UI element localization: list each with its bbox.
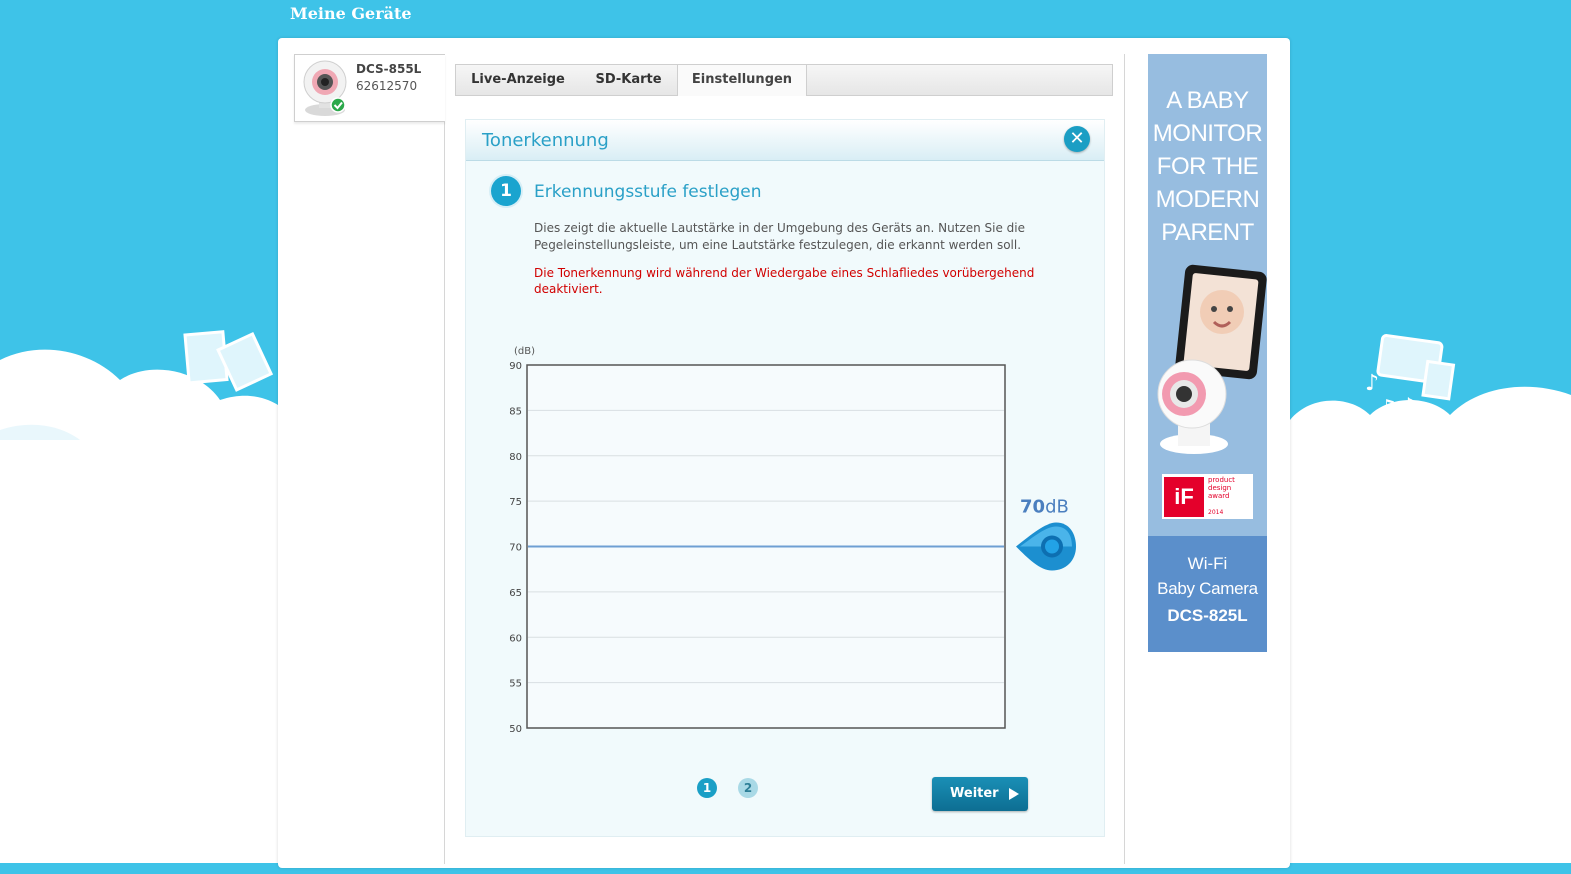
y-tick-label: 80	[509, 452, 522, 463]
tab-sd-card[interactable]: SD-Karte	[580, 65, 677, 95]
page-dot-2[interactable]: 2	[738, 778, 758, 798]
y-tick-label: 65	[509, 588, 522, 599]
column-divider	[1124, 54, 1125, 864]
tab-live-view[interactable]: Live-Anzeige	[456, 65, 580, 95]
y-tick-label: 70	[509, 543, 522, 554]
page-dot-1[interactable]: 1	[697, 778, 717, 798]
design-award-badge: iF product design award 2014	[1162, 474, 1253, 519]
ad-line-baby-camera: Baby Camera	[1157, 579, 1258, 598]
threshold-value-label: 70dB	[1020, 497, 1069, 518]
next-button-label: Weiter	[950, 786, 999, 801]
award-year: 2014	[1208, 509, 1224, 516]
ad-headline-line: PARENT	[1161, 219, 1254, 246]
y-tick-label: 90	[509, 361, 522, 372]
y-tick-label: 50	[509, 724, 522, 735]
ad-headline-line: MODERN	[1155, 186, 1260, 213]
step-title: Erkennungsstufe festlegen	[534, 182, 762, 202]
ad-headline: A BABY MONITOR FOR THE MODERN PARENT	[1148, 84, 1267, 249]
ad-line-wifi: Wi-Fi	[1187, 554, 1228, 573]
award-text: product design award	[1208, 476, 1253, 500]
play-arrow-icon	[1009, 788, 1019, 800]
svg-text:♫: ♫	[1378, 396, 1398, 421]
device-card[interactable]: DCS-855L 62612570	[294, 54, 445, 122]
sound-level-chart: (dB) 908580757065605550 70dB	[509, 346, 1076, 735]
step-number-badge: 1	[491, 176, 521, 206]
device-name: DCS-855L	[356, 62, 422, 76]
tab-bar: Live-Anzeige SD-Karte Einstellungen	[455, 64, 1113, 96]
content-column: Live-Anzeige SD-Karte Einstellungen Tone…	[455, 64, 1113, 874]
main-panel: DCS-855L 62612570 Live-Anzeige SD-Karte …	[278, 38, 1290, 868]
ad-headline-line: FOR THE	[1156, 153, 1259, 180]
chart-unit-label: (dB)	[514, 346, 535, 357]
next-button[interactable]: Weiter	[932, 777, 1028, 811]
close-button[interactable]: ✕	[1064, 126, 1090, 152]
svg-text:♪: ♪	[1365, 371, 1379, 396]
ad-product-info: Wi-Fi Baby Camera DCS-825L	[1148, 536, 1267, 652]
dialog-title: Tonerkennung	[482, 130, 609, 151]
y-tick-label: 75	[509, 497, 522, 508]
y-tick-label: 55	[509, 679, 522, 690]
y-tick-label: 60	[509, 633, 522, 644]
device-list: DCS-855L 62612570	[294, 54, 445, 864]
award-text-line: design award	[1208, 484, 1232, 500]
if-award-logo: iF	[1164, 477, 1204, 517]
sound-detection-dialog: Tonerkennung ✕ 1 Erkennungsstufe festleg…	[465, 119, 1105, 837]
svg-text:♪: ♪	[1402, 393, 1415, 417]
calendar-doodle-icon	[1376, 334, 1456, 401]
description-text: Dies zeigt die aktuelle Lautstärke in de…	[534, 221, 1025, 252]
y-tick-label: 85	[509, 406, 522, 417]
advertisement-banner[interactable]: A BABY MONITOR FOR THE MODERN PARENT iF …	[1148, 54, 1267, 652]
ad-model-name: DCS-825L	[1167, 606, 1248, 625]
threshold-value-unit: dB	[1045, 497, 1069, 518]
level-slider-handle[interactable]	[1016, 522, 1076, 571]
ad-headline-line: A BABY	[1166, 87, 1249, 114]
award-text-line: product	[1208, 476, 1235, 484]
warning-text: Die Tonerkennung wird während der Wieder…	[534, 266, 1035, 296]
threshold-value-number: 70	[1020, 497, 1045, 518]
ad-product-image	[1157, 264, 1267, 454]
ad-headline-line: MONITOR	[1152, 120, 1263, 147]
close-icon: ✕	[1069, 128, 1085, 149]
device-serial: 62612570	[356, 79, 418, 93]
page-title: Meine Geräte	[290, 4, 412, 23]
camera-thumbnail-icon	[303, 60, 347, 116]
tab-settings[interactable]: Einstellungen	[677, 65, 807, 96]
dialog-header: Tonerkennung ✕	[466, 120, 1104, 161]
